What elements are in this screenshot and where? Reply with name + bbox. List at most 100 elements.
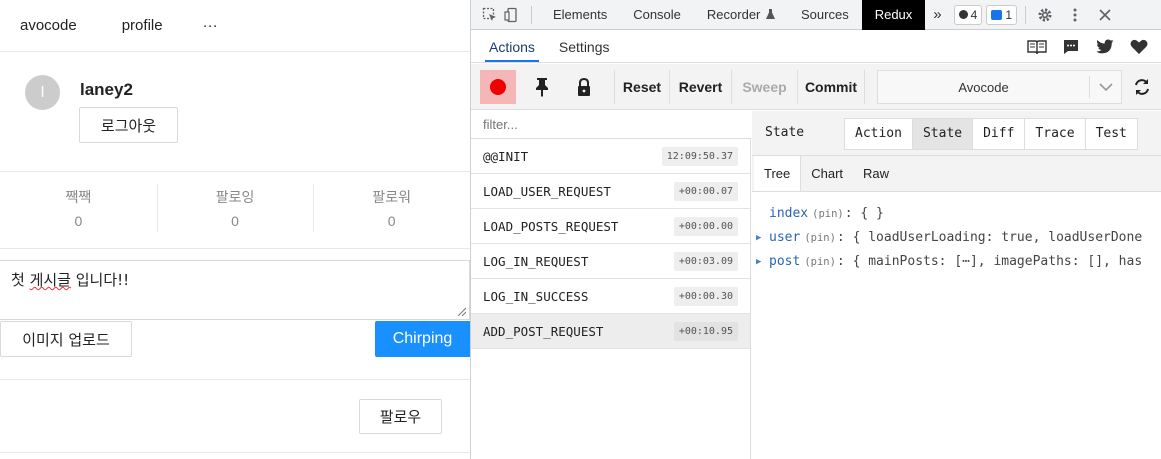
action-time: +00:00.07	[673, 181, 738, 201]
app-panel: avocode profile ··· l laney2 로그아웃 짹짹 0 팔…	[0, 0, 470, 459]
toolbar-separator	[1025, 5, 1026, 24]
post-text-part: 첫	[11, 271, 30, 289]
tab-recorder[interactable]: Recorder	[694, 0, 788, 30]
sync-button[interactable]	[1127, 70, 1157, 104]
image-upload-button[interactable]: 이미지 업로드	[0, 321, 132, 357]
heart-icon[interactable]	[1122, 31, 1156, 63]
stat-followings[interactable]: 팔로잉 0	[156, 172, 314, 248]
tab-state[interactable]: State	[911, 119, 973, 149]
more-options-icon[interactable]	[1064, 0, 1086, 30]
state-tree: index (pin) : { } ▶ user (pin) : { loadU…	[752, 192, 1161, 274]
post-textarea[interactable]: 첫 게시글 입니다!!	[0, 260, 470, 320]
stat-followers[interactable]: 팔로워 0	[313, 172, 470, 248]
devtools-tabbar: Elements Console Recorder Sources Redux …	[471, 0, 1161, 30]
tab-sources[interactable]: Sources	[788, 0, 862, 30]
avatar: l	[25, 75, 60, 110]
action-name: LOAD_POSTS_REQUEST	[483, 218, 619, 234]
book-icon[interactable]	[1020, 31, 1054, 63]
tree-pin[interactable]: (pin)	[804, 250, 836, 274]
post-text-part: 입니다!!	[70, 271, 130, 289]
tree-node[interactable]: ▶ post (pin) : { mainPosts: [⋯], imagePa…	[752, 250, 1161, 274]
action-name: LOAD_USER_REQUEST	[483, 183, 611, 199]
profile-stats: 짹짹 0 팔로잉 0 팔로워 0	[0, 172, 470, 249]
device-toolbar-icon[interactable]	[501, 0, 523, 30]
stat-posts[interactable]: 짹짹 0	[0, 172, 157, 248]
state-sub-tabs: Tree Chart Raw	[752, 156, 1161, 192]
inspect-element-icon[interactable]	[479, 0, 501, 30]
caret-right-icon[interactable]: ▶	[756, 226, 769, 250]
tree-value: : { mainPosts: [⋯], imagePaths: [], has	[836, 254, 1143, 269]
caret-right-icon[interactable]: ▶	[756, 250, 769, 274]
tab-elements[interactable]: Elements	[540, 0, 620, 30]
divider	[0, 452, 470, 453]
tab-diff[interactable]: Diff	[972, 119, 1024, 149]
action-filter-input[interactable]	[471, 111, 751, 139]
tab-settings[interactable]: Settings	[547, 31, 622, 62]
tree-pin[interactable]: (pin)	[804, 226, 836, 250]
action-row[interactable]: LOAD_USER_REQUEST +00:00.07	[471, 174, 750, 209]
chirping-submit-button[interactable]: Chirping	[375, 321, 470, 357]
lock-button[interactable]	[566, 70, 602, 104]
resize-handle-icon[interactable]	[456, 306, 466, 316]
action-row[interactable]: LOG_IN_REQUEST +00:03.09	[471, 244, 750, 279]
instance-select-value: Avocode	[958, 79, 1009, 95]
action-name: ADD_POST_REQUEST	[483, 323, 604, 339]
instance-select[interactable]: Avocode	[877, 70, 1122, 104]
record-button[interactable]	[480, 70, 516, 104]
pin-icon	[536, 78, 548, 97]
redux-toolbar: Reset Revert Sweep Commit Avocode	[471, 64, 1161, 110]
action-row[interactable]: @@INIT 12:09:50.37	[471, 139, 750, 174]
tab-actions[interactable]: Actions	[477, 31, 547, 62]
state-panel: State Action State Diff Trace Test Tree …	[752, 111, 1161, 459]
tab-chart[interactable]: Chart	[801, 156, 853, 191]
tab-trace[interactable]: Trace	[1024, 119, 1084, 149]
gear-icon[interactable]	[1034, 0, 1056, 30]
top-nav: avocode profile ···	[0, 0, 470, 52]
errors-badge[interactable]: 4	[953, 4, 983, 25]
tree-value: : { }	[844, 206, 884, 221]
nav-profile-link[interactable]: profile	[102, 0, 183, 52]
stat-value: 0	[74, 213, 83, 229]
action-row[interactable]: LOAD_POSTS_REQUEST +00:00.00	[471, 209, 750, 244]
commit-button[interactable]: Commit	[797, 70, 865, 104]
messages-badge[interactable]: 1	[986, 4, 1017, 25]
action-list: @@INIT 12:09:50.37 LOAD_USER_REQUEST +00:0…	[471, 111, 751, 459]
tree-key: index	[769, 206, 809, 221]
more-tabs-icon[interactable]: »	[925, 0, 949, 30]
chat-icon[interactable]	[1054, 31, 1088, 63]
pin-button[interactable]	[524, 70, 560, 104]
stat-label: 팔로워	[372, 190, 411, 206]
error-dot-icon	[958, 10, 968, 19]
action-time: 12:09:50.37	[661, 146, 738, 166]
stat-value: 0	[387, 213, 396, 229]
tab-test[interactable]: Test	[1084, 119, 1137, 149]
tab-console[interactable]: Console	[620, 0, 694, 30]
close-icon[interactable]	[1094, 0, 1116, 30]
action-row[interactable]: LOG_IN_SUCCESS +00:00.30	[471, 279, 750, 314]
follow-button[interactable]: 팔로우	[359, 399, 442, 434]
action-time: +00:03.09	[673, 251, 738, 271]
nav-home-link[interactable]: avocode	[0, 0, 102, 52]
tree-node[interactable]: index (pin) : { }	[752, 202, 1161, 226]
redux-top-tabs: Actions Settings	[471, 31, 1161, 63]
action-row-selected[interactable]: ADD_POST_REQUEST +00:10.95	[471, 314, 750, 349]
action-name: LOG_IN_SUCCESS	[483, 288, 589, 304]
logout-button[interactable]: 로그아웃	[79, 107, 178, 143]
action-time: +00:10.95	[673, 321, 738, 341]
state-title: State	[765, 125, 805, 140]
tab-raw[interactable]: Raw	[853, 156, 899, 191]
tab-redux[interactable]: Redux	[861, 0, 926, 30]
tree-pin[interactable]: (pin)	[812, 202, 844, 226]
stat-label: 팔로잉	[215, 190, 255, 206]
sweep-button[interactable]: Sweep	[731, 70, 797, 104]
tab-action[interactable]: Action	[845, 119, 912, 149]
lock-icon	[578, 77, 590, 96]
tree-node[interactable]: ▶ user (pin) : { loadUserLoading: true, …	[752, 226, 1161, 250]
twitter-icon[interactable]	[1088, 31, 1122, 63]
revert-button[interactable]: Revert	[669, 70, 731, 104]
reset-button[interactable]: Reset	[614, 70, 669, 104]
messages-count: 1	[1005, 7, 1012, 22]
state-header: State Action State Diff Trace Test	[752, 111, 1161, 156]
tab-tree[interactable]: Tree	[754, 156, 802, 191]
nav-more-menu[interactable]: ···	[183, 0, 238, 52]
